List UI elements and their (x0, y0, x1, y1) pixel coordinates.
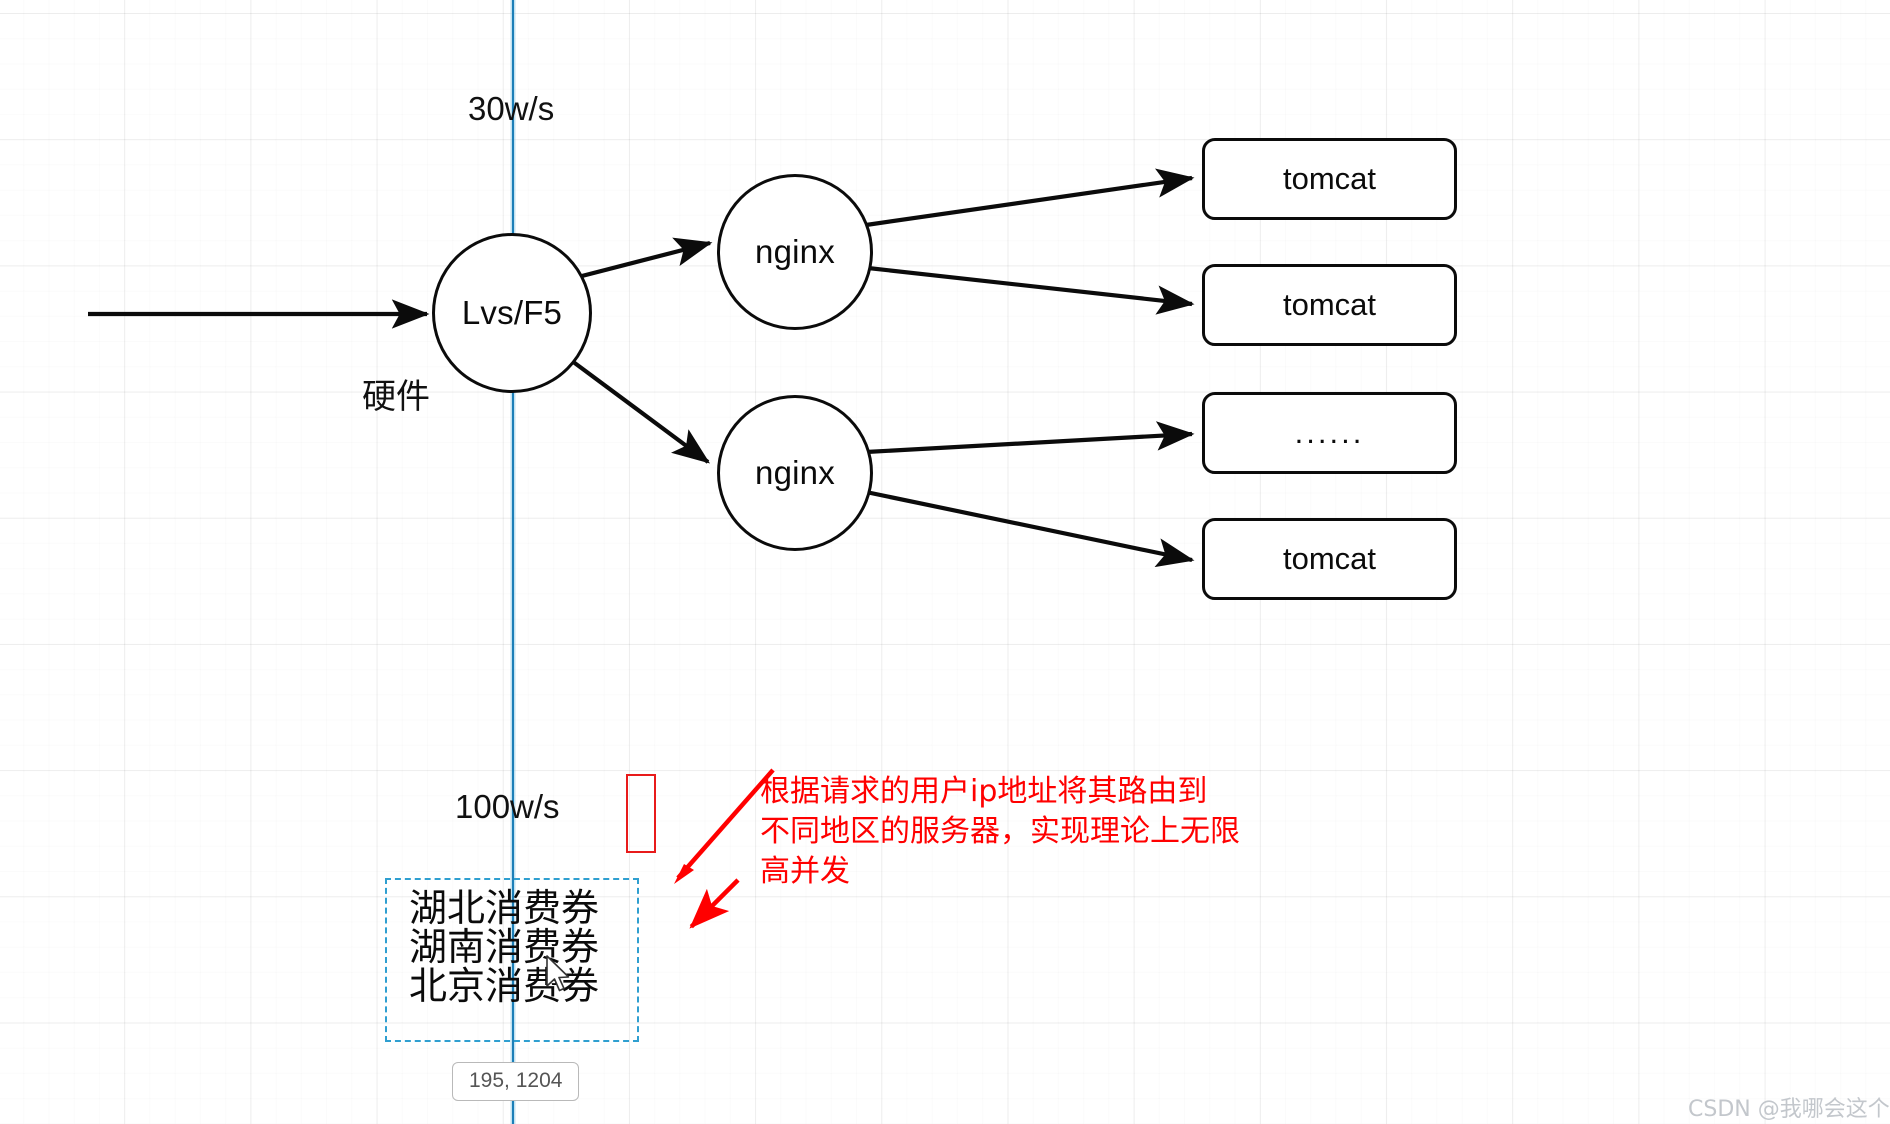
annotation-line-2: 不同地区的服务器，实现理论上无限 (760, 813, 1240, 849)
coupon-line-1: 湖北消费券 (409, 886, 600, 930)
node-tomcat-2[interactable]: tomcat (1202, 264, 1457, 346)
node-tomcat-2-label: tomcat (1282, 287, 1377, 322)
node-lvs-f5[interactable]: Lvs/F5 (432, 233, 592, 393)
red-highlight-rect[interactable] (626, 774, 656, 853)
node-nginx-2-label: nginx (755, 454, 835, 491)
edge-lvs-to-nginx1 (577, 237, 713, 280)
node-tomcat-1-label: tomcat (1282, 161, 1377, 196)
diagram-canvas: Lvs/F5 nginx nginx tomcat tomcat ...... … (0, 0, 1890, 1124)
edge-nginx2-to-ellipsis (865, 421, 1195, 455)
annotation-text: 根据请求的用户ip地址将其路由到 不同地区的服务器，实现理论上无限 高并发 (760, 772, 1240, 892)
label-hardware: 硬件 (362, 377, 430, 417)
connector-layer (88, 168, 1195, 929)
coupon-line-2: 湖南消费券 (409, 924, 600, 969)
coupon-selection-box[interactable]: 湖北消费券 湖南消费券 北京消费券 (385, 878, 639, 1042)
label-throughput-top: 30w/s (468, 90, 555, 127)
node-nginx-1-label: nginx (755, 233, 835, 270)
label-throughput-bottom: 100w/s (455, 788, 560, 825)
coordinate-tooltip: 195, 1204 (452, 1062, 580, 1101)
coupon-line-3: 北京消费券 (409, 963, 600, 1008)
annotation-pointer-arrow (689, 878, 740, 929)
edge-lvs-to-nginx2 (570, 359, 711, 464)
node-nginx-1[interactable]: nginx (717, 174, 873, 330)
node-nginx-2[interactable]: nginx (717, 395, 873, 551)
edge-nginx2-to-tomcat3 (865, 489, 1195, 568)
node-lvs-f5-label: Lvs/F5 (461, 294, 563, 331)
annotation-line-1: 根据请求的用户ip地址将其路由到 (760, 774, 1208, 809)
csdn-watermark: CSDN @我哪会这个啊 (1688, 1097, 1890, 1122)
coupon-text-group: 湖北消费券 湖南消费券 北京消费券 (409, 889, 599, 1005)
edge-nginx1-to-tomcat1 (865, 168, 1195, 228)
annotation-line-3: 高并发 (760, 853, 850, 889)
node-tomcat-3[interactable]: tomcat (1202, 518, 1457, 600)
node-tomcat-1[interactable]: tomcat (1202, 138, 1457, 220)
node-ellipsis-label: ...... (1294, 415, 1365, 450)
node-ellipsis[interactable]: ...... (1202, 392, 1457, 474)
node-tomcat-3-label: tomcat (1282, 541, 1377, 576)
edge-nginx1-to-tomcat2 (867, 265, 1195, 315)
